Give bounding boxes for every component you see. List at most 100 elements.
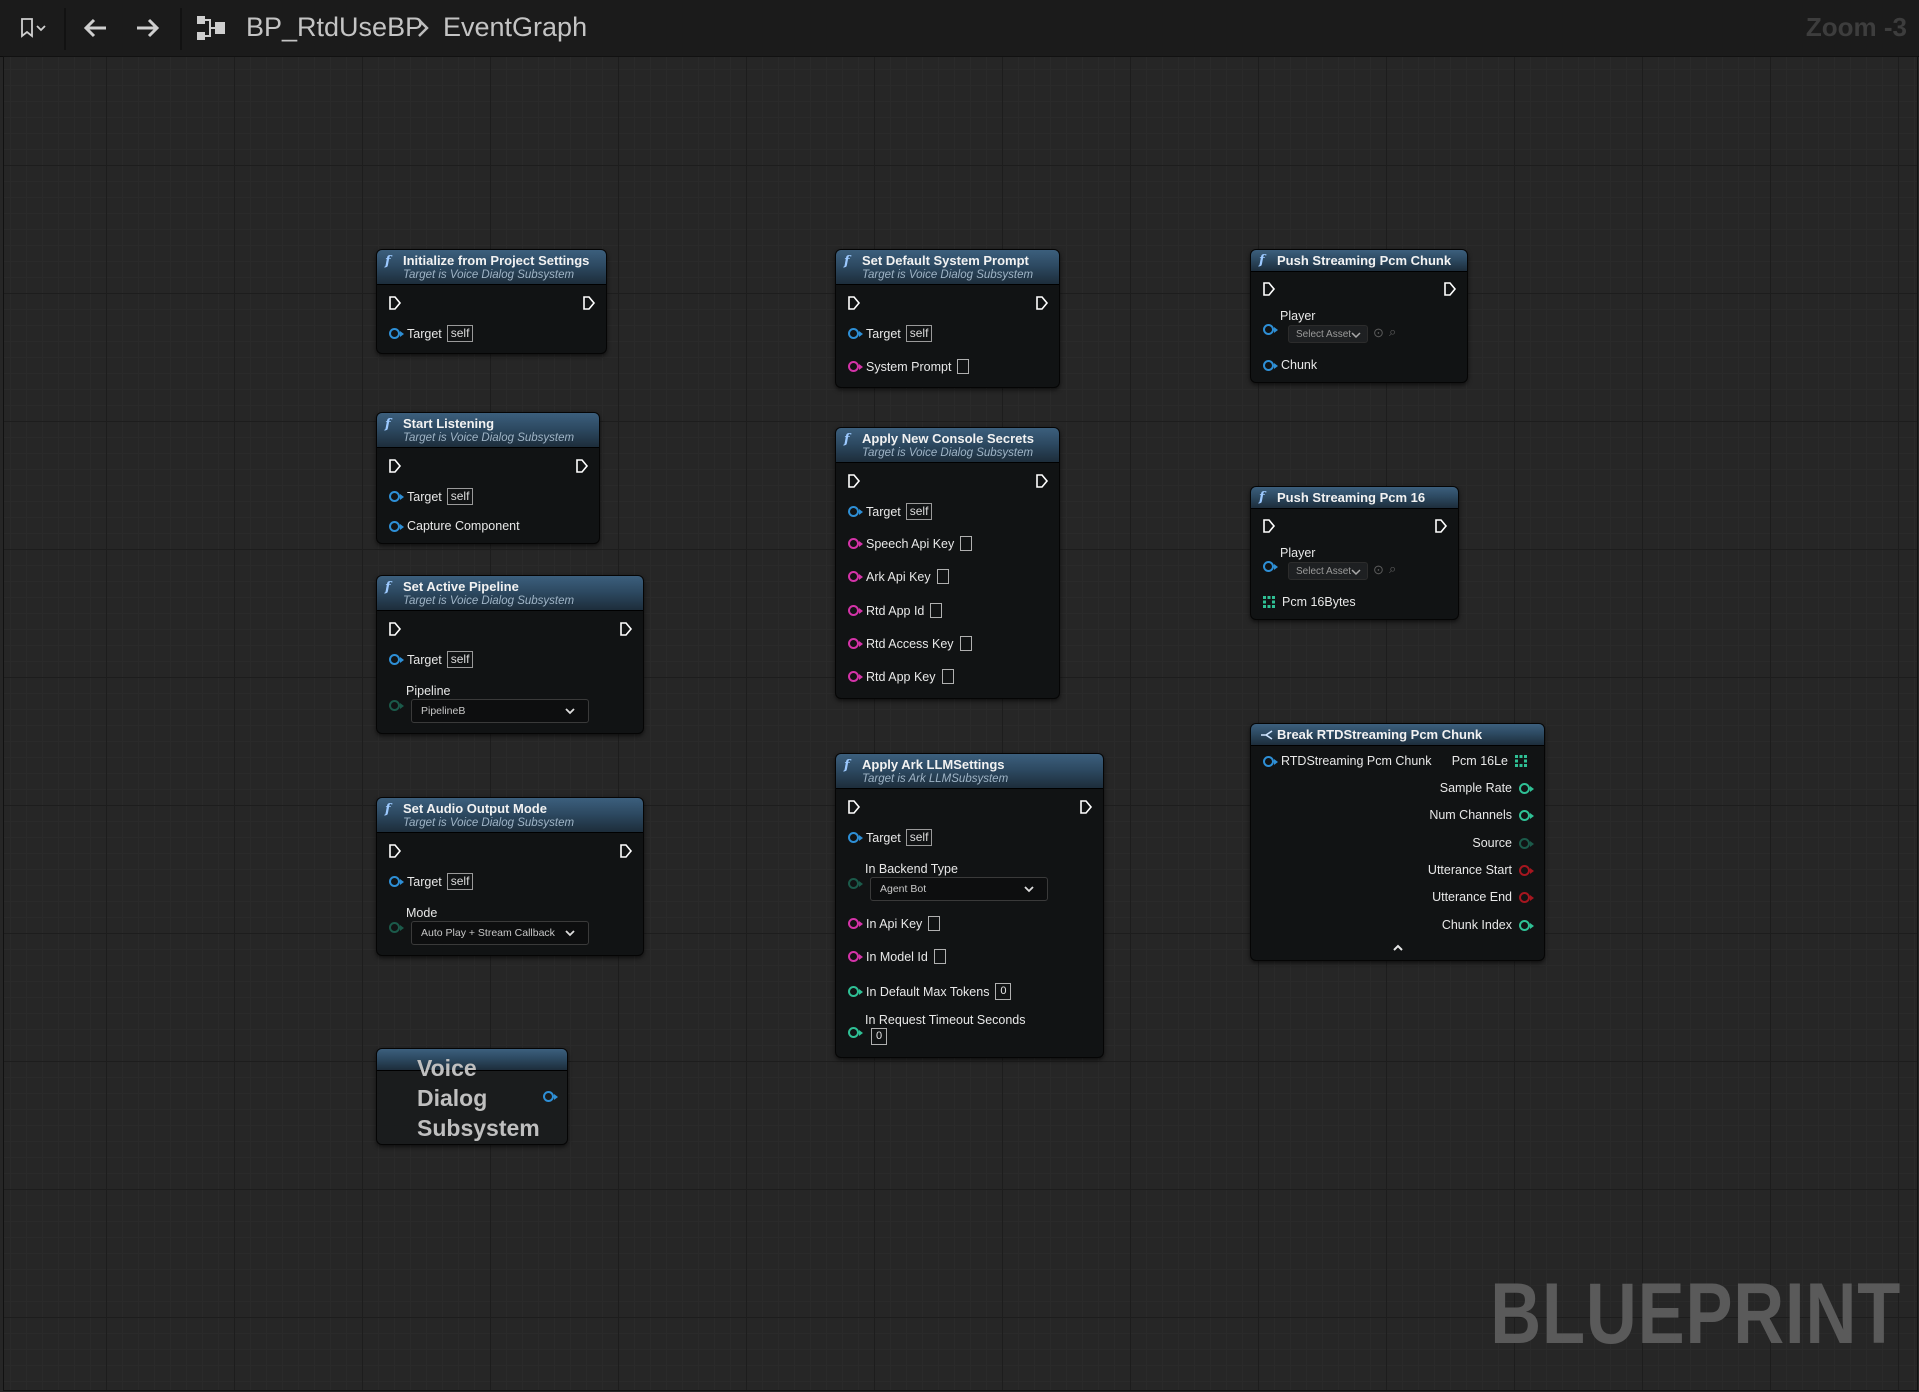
player-asset-picker[interactable]: Select Asset xyxy=(1288,325,1368,343)
string-pin-icon[interactable] xyxy=(848,671,863,682)
bool-pin-icon[interactable] xyxy=(1519,891,1534,903)
object-pin-icon[interactable] xyxy=(389,876,404,887)
enum-pin-icon[interactable] xyxy=(1519,837,1534,849)
bool-pin-icon[interactable] xyxy=(1519,864,1534,876)
node-initialize-from-project-settings[interactable]: f Initialize from Project Settings Targe… xyxy=(376,249,607,354)
blueprint-graph-icon-button[interactable] xyxy=(192,14,230,42)
exec-out-pin-icon[interactable] xyxy=(1443,281,1457,297)
output-pin-row[interactable]: Chunk Index xyxy=(1442,918,1534,932)
timeout-input[interactable]: 0 xyxy=(871,1028,887,1045)
collapse-chevron-up-icon[interactable] xyxy=(1392,943,1404,952)
rtd-app-id-pin-row[interactable]: Rtd App Id xyxy=(848,603,943,618)
target-pin-row[interactable]: Target self xyxy=(389,873,474,890)
backend-type-dropdown[interactable]: Agent Bot xyxy=(870,877,1048,901)
object-pin-icon[interactable] xyxy=(389,491,404,502)
exec-in-pin-icon[interactable] xyxy=(847,799,861,815)
int-pin-icon[interactable] xyxy=(848,1027,863,1038)
exec-in-pin-icon[interactable] xyxy=(388,843,402,859)
exec-in-pin-icon[interactable] xyxy=(847,295,861,311)
array-pin-icon[interactable] xyxy=(1515,755,1527,767)
exec-out-pin-icon[interactable] xyxy=(619,621,633,637)
pipeline-dropdown[interactable]: PipelineB xyxy=(411,699,589,723)
exec-in-pin-icon[interactable] xyxy=(388,295,402,311)
model-id-pin-row[interactable]: In Model Id xyxy=(848,949,946,964)
string-pin-icon[interactable] xyxy=(848,605,863,616)
node-start-listening[interactable]: f Start Listening Target is Voice Dialog… xyxy=(376,412,600,544)
enum-pin-icon[interactable] xyxy=(389,922,404,933)
object-pin-icon[interactable] xyxy=(389,520,404,532)
node-set-active-pipeline[interactable]: f Set Active Pipeline Target is Voice Di… xyxy=(376,575,644,734)
string-pin-icon[interactable] xyxy=(848,918,863,929)
search-icon[interactable]: ⌕ xyxy=(1389,324,1396,340)
system-prompt-pin-row[interactable]: System Prompt xyxy=(848,359,970,374)
object-pin-icon[interactable] xyxy=(389,654,404,665)
mode-dropdown[interactable]: Auto Play + Stream Callback xyxy=(411,921,589,945)
node-set-default-system-prompt[interactable]: f Set Default System Prompt Target is Vo… xyxy=(835,249,1060,388)
output-pin-row[interactable]: Pcm 16Le xyxy=(1452,754,1527,768)
node-push-streaming-pcm-chunk[interactable]: f Push Streaming Pcm Chunk Player Select… xyxy=(1250,249,1468,383)
max-tokens-pin-row[interactable]: In Default Max Tokens 0 xyxy=(848,983,1012,1000)
forward-button[interactable] xyxy=(131,14,165,42)
exec-out-pin-icon[interactable] xyxy=(575,458,589,474)
object-pin-icon[interactable] xyxy=(1263,561,1278,572)
exec-out-pin-icon[interactable] xyxy=(1035,295,1049,311)
node-push-streaming-pcm-16[interactable]: f Push Streaming Pcm 16 Player Select As… xyxy=(1250,486,1459,620)
string-pin-icon[interactable] xyxy=(848,638,863,649)
max-tokens-input[interactable]: 0 xyxy=(995,983,1012,1000)
exec-in-pin-icon[interactable] xyxy=(1262,518,1276,534)
array-pin-icon[interactable] xyxy=(1263,596,1275,608)
object-pin-icon[interactable] xyxy=(848,832,863,843)
node-voice-dialog-subsystem[interactable]: Voice Dialog Subsystem xyxy=(376,1048,568,1145)
output-pin-row[interactable]: Utterance Start xyxy=(1428,863,1534,877)
node-apply-new-console-secrets[interactable]: f Apply New Console Secrets Target is Vo… xyxy=(835,427,1060,699)
speech-api-key-pin-row[interactable]: Speech Api Key xyxy=(848,536,973,551)
output-pin-row[interactable]: Num Channels xyxy=(1429,808,1534,822)
chunk-pin-row[interactable]: Chunk xyxy=(1263,358,1317,372)
exec-in-pin-icon[interactable] xyxy=(388,458,402,474)
target-pin-row[interactable]: Target self xyxy=(848,829,933,846)
breadcrumb-blueprint[interactable]: BP_RtdUseBP xyxy=(246,12,423,43)
bookmark-menu-button[interactable] xyxy=(8,14,54,42)
player-asset-picker[interactable]: Select Asset xyxy=(1288,562,1368,580)
string-input[interactable] xyxy=(959,636,972,651)
rtd-app-key-pin-row[interactable]: Rtd App Key xyxy=(848,669,954,684)
breadcrumb-graph[interactable]: EventGraph xyxy=(443,12,587,43)
object-output-pin-icon[interactable] xyxy=(543,1091,558,1102)
target-pin-row[interactable]: Target self xyxy=(848,503,933,520)
api-key-pin-row[interactable]: In Api Key xyxy=(848,916,941,931)
target-pin-row[interactable]: Target self xyxy=(389,488,474,505)
use-selected-icon[interactable]: ⊙ xyxy=(1373,562,1384,578)
string-input[interactable] xyxy=(928,916,941,931)
output-pin-row[interactable]: Sample Rate xyxy=(1440,781,1534,795)
use-selected-icon[interactable]: ⊙ xyxy=(1373,325,1384,341)
string-input[interactable] xyxy=(936,569,949,584)
target-pin-row[interactable]: Target self xyxy=(389,651,474,668)
string-pin-icon[interactable] xyxy=(848,538,863,549)
string-input[interactable] xyxy=(960,536,973,551)
capture-component-pin-row[interactable]: Capture Component xyxy=(389,519,520,533)
string-pin-icon[interactable] xyxy=(848,361,863,372)
node-break-rtdstreaming-pcm-chunk[interactable]: Break RTDStreaming Pcm Chunk RTDStreamin… xyxy=(1250,723,1545,961)
exec-out-pin-icon[interactable] xyxy=(582,295,596,311)
struct-pin-icon[interactable] xyxy=(1263,755,1278,767)
string-input[interactable] xyxy=(957,359,970,374)
target-pin-row[interactable]: Target self xyxy=(848,325,933,342)
exec-out-pin-icon[interactable] xyxy=(1035,473,1049,489)
exec-in-pin-icon[interactable] xyxy=(1262,281,1276,297)
output-pin-row[interactable]: Utterance End xyxy=(1432,890,1534,904)
string-pin-icon[interactable] xyxy=(848,571,863,582)
node-set-audio-output-mode[interactable]: f Set Audio Output Mode Target is Voice … xyxy=(376,797,644,956)
struct-pin-icon[interactable] xyxy=(1263,359,1278,371)
exec-out-pin-icon[interactable] xyxy=(1434,518,1448,534)
exec-in-pin-icon[interactable] xyxy=(847,473,861,489)
object-pin-icon[interactable] xyxy=(389,328,404,339)
int-pin-icon[interactable] xyxy=(1519,919,1534,931)
object-pin-icon[interactable] xyxy=(848,506,863,517)
target-pin-row[interactable]: Target self xyxy=(389,325,474,342)
int-pin-icon[interactable] xyxy=(848,986,863,997)
search-icon[interactable]: ⌕ xyxy=(1389,561,1396,577)
int-pin-icon[interactable] xyxy=(1519,782,1534,794)
back-button[interactable] xyxy=(78,14,112,42)
struct-input-pin-row[interactable]: RTDStreaming Pcm Chunk xyxy=(1263,754,1432,768)
exec-out-pin-icon[interactable] xyxy=(1079,799,1093,815)
